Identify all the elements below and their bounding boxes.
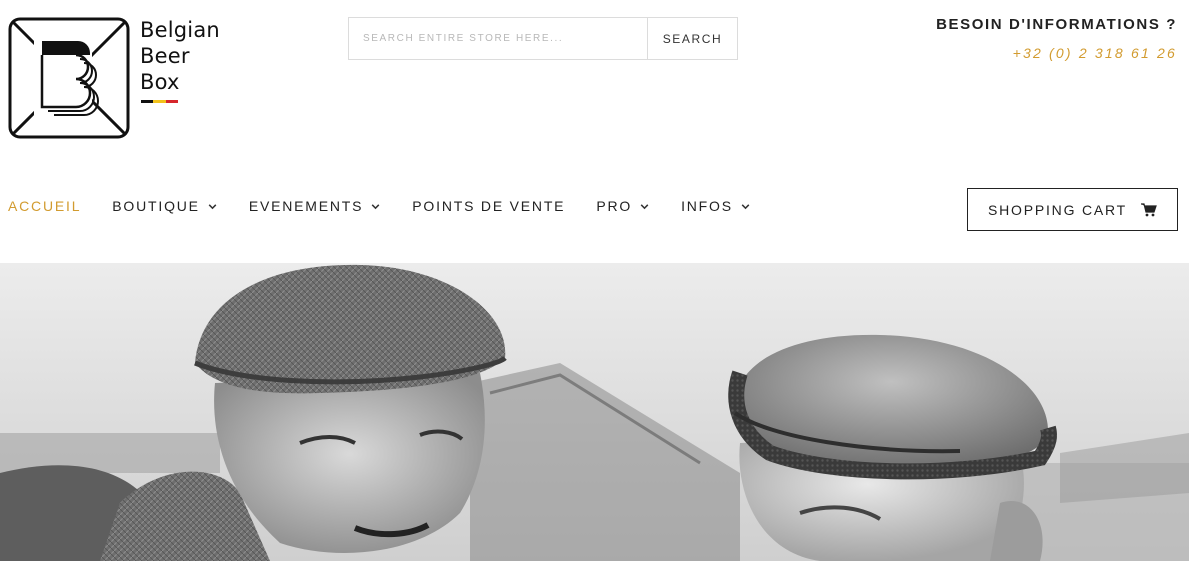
info-title: BESOIN D'INFORMATIONS ? (936, 16, 1177, 33)
nav-item-label: EVENEMENTS (248, 198, 364, 214)
logo-link[interactable]: Belgian Beer Box (8, 17, 228, 139)
shopping-cart-label: SHOPPING CART (987, 201, 1128, 218)
search-button[interactable]: SEARCH (647, 18, 737, 59)
nav-item-pro[interactable]: PRO (596, 198, 650, 214)
flag-yellow-stripe (153, 100, 166, 103)
shopping-cart-button[interactable]: SHOPPING CART (967, 188, 1178, 231)
nav-item-evenements[interactable]: EVENEMENTS (249, 198, 381, 214)
nav-item-boutique[interactable]: BOUTIQUE (112, 198, 218, 214)
logo-mark-icon (8, 17, 130, 139)
flag-black-stripe (141, 100, 154, 103)
brand-name-line: Beer (140, 44, 190, 68)
cart-icon (1141, 202, 1157, 216)
hero-banner-image (0, 263, 1189, 561)
hero-photo (0, 263, 1189, 561)
main-nav: ACCUEIL BOUTIQUE EVENEMENTS POINTS DE VE… (8, 198, 751, 214)
search-form: SEARCH (348, 17, 738, 60)
nav-item-label: INFOS (681, 198, 733, 214)
chevron-down-icon (371, 203, 380, 209)
nav-item-label: POINTS DE VENTE (412, 198, 566, 214)
nav-item-label: BOUTIQUE (112, 198, 200, 214)
belgian-flag-stripe (141, 100, 178, 103)
chevron-down-icon (208, 203, 217, 209)
brand-name-line: Belgian (140, 18, 220, 42)
nav-item-label: ACCUEIL (8, 198, 82, 214)
nav-item-accueil[interactable]: ACCUEIL (8, 198, 81, 214)
brand-name: Belgian Beer Box (140, 17, 220, 95)
phone-link[interactable]: +32 (0) 2 318 61 26 (1013, 45, 1177, 61)
flag-red-stripe (165, 100, 178, 103)
nav-item-points-de-vente[interactable]: POINTS DE VENTE (412, 198, 565, 214)
nav-item-infos[interactable]: INFOS (681, 198, 751, 214)
search-input[interactable] (349, 18, 647, 59)
chevron-down-icon (640, 203, 649, 209)
chevron-down-icon (741, 203, 750, 209)
brand-name-line: Box (140, 70, 180, 94)
nav-item-label: PRO (596, 198, 633, 214)
